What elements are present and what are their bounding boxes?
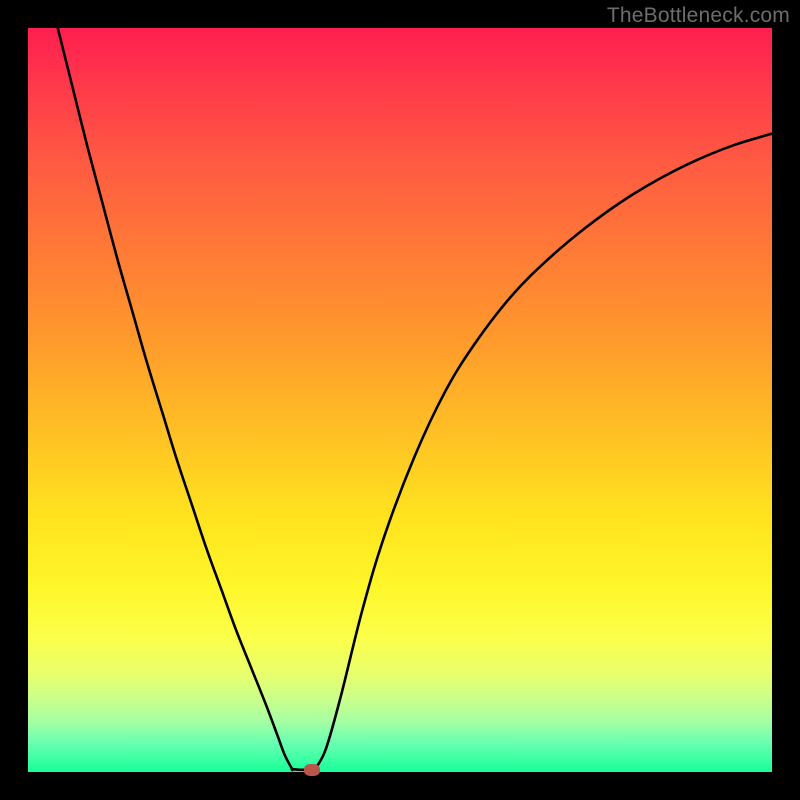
bottleneck-curve — [28, 28, 772, 772]
attribution-text: TheBottleneck.com — [607, 4, 790, 28]
curve-path — [58, 28, 772, 771]
min-marker — [304, 764, 320, 776]
chart-frame: TheBottleneck.com — [0, 0, 800, 800]
plot-area — [28, 28, 772, 772]
